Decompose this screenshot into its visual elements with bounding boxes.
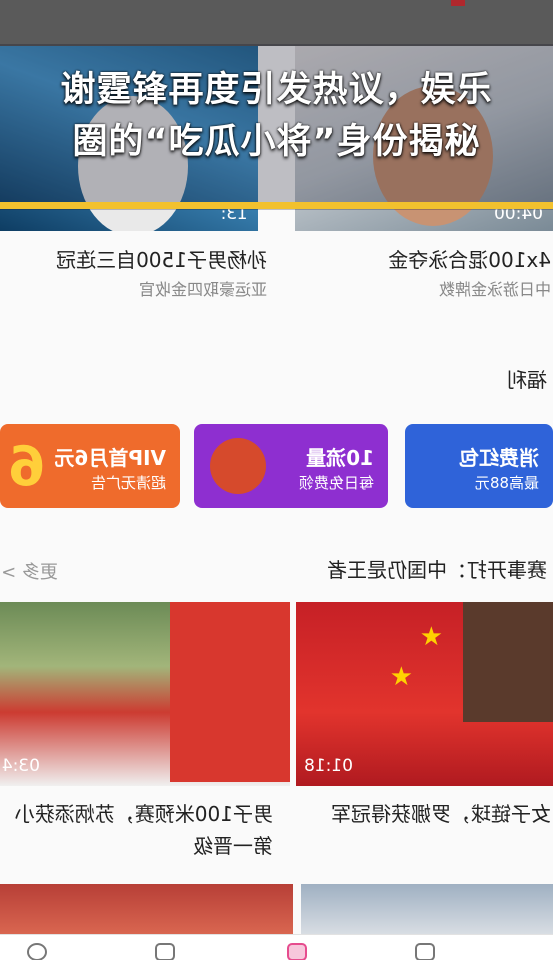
flag-star-icon: ★ bbox=[419, 622, 443, 652]
tab-indicator bbox=[451, 0, 465, 6]
banner-title: 10流量 bbox=[306, 446, 374, 470]
banner-title: VIP首月6元 bbox=[54, 446, 167, 470]
vip-badge: 6 bbox=[8, 435, 46, 498]
video-duration: 01:18 bbox=[304, 756, 353, 776]
banner-subtitle: 每日免费领 bbox=[298, 474, 374, 492]
video-title-line2[interactable]: 第一晋级 bbox=[193, 830, 273, 859]
top-status-bar bbox=[0, 0, 553, 46]
banner-data-flow[interactable]: 10流量 每日免费领 bbox=[194, 424, 388, 508]
app-screen: 04:00 13: 4x100混合泳夺金 中日游泳金牌数 孙杨男子1500自三连… bbox=[0, 0, 553, 960]
headline-underline bbox=[0, 202, 553, 209]
banner-title: 消费红包 bbox=[459, 446, 539, 470]
money-bag-icon bbox=[210, 438, 266, 494]
more-link[interactable]: 更多 > bbox=[1, 558, 58, 584]
section-title-events: 赛事开打：中国仍是王者 bbox=[327, 558, 547, 582]
banner-subtitle: 超清无广告 bbox=[90, 474, 166, 492]
headline: 谢霆锋再度引发热议，娱乐 圈的“吃瓜小将”身份揭秘 bbox=[0, 64, 553, 168]
medal-tab-icon[interactable] bbox=[415, 943, 435, 960]
banner-vip[interactable]: VIP首月6元 超清无广告 6 bbox=[0, 424, 180, 508]
video-subtitle: 中日游泳金牌数 bbox=[438, 280, 551, 299]
video-thumbnail-subingtian[interactable]: 03:4 bbox=[0, 602, 290, 786]
banner-red-packet[interactable]: 消费红包 最高88元 bbox=[405, 424, 553, 508]
video-duration: 03:4 bbox=[1, 756, 40, 776]
headline-line-1: 谢霆锋再度引发热议，娱乐 bbox=[60, 70, 493, 110]
home-tab-icon[interactable] bbox=[287, 943, 307, 960]
video-title[interactable]: 男子100米预赛，苏炳添获小 bbox=[15, 798, 273, 827]
headline-line-2: 圈的“吃瓜小将”身份揭秘 bbox=[72, 122, 481, 162]
video-title[interactable]: 孙杨男子1500自三连冠 bbox=[56, 244, 267, 273]
athlete-figure bbox=[463, 602, 553, 722]
flag-star-icon: ★ bbox=[389, 662, 413, 692]
video-title[interactable]: 女子链球，罗娜获得冠军 bbox=[331, 798, 551, 827]
ball-tab-icon[interactable] bbox=[27, 943, 47, 960]
tv-tab-icon[interactable] bbox=[155, 943, 175, 960]
video-title[interactable]: 4x100混合泳夺金 bbox=[388, 244, 551, 273]
video-subtitle: 亚运豪取四金收官 bbox=[138, 280, 267, 299]
sprinter-figure bbox=[170, 602, 290, 782]
banner-subtitle: 最高88元 bbox=[474, 474, 539, 492]
video-thumbnail-row3-b[interactable] bbox=[0, 884, 293, 934]
video-thumbnail-luona[interactable]: ★ ★ 01:18 bbox=[296, 602, 553, 786]
bottom-tab-bar bbox=[0, 934, 553, 960]
video-thumbnail-row3-a[interactable] bbox=[301, 884, 553, 934]
section-title-welfare: 福利 bbox=[507, 368, 547, 392]
